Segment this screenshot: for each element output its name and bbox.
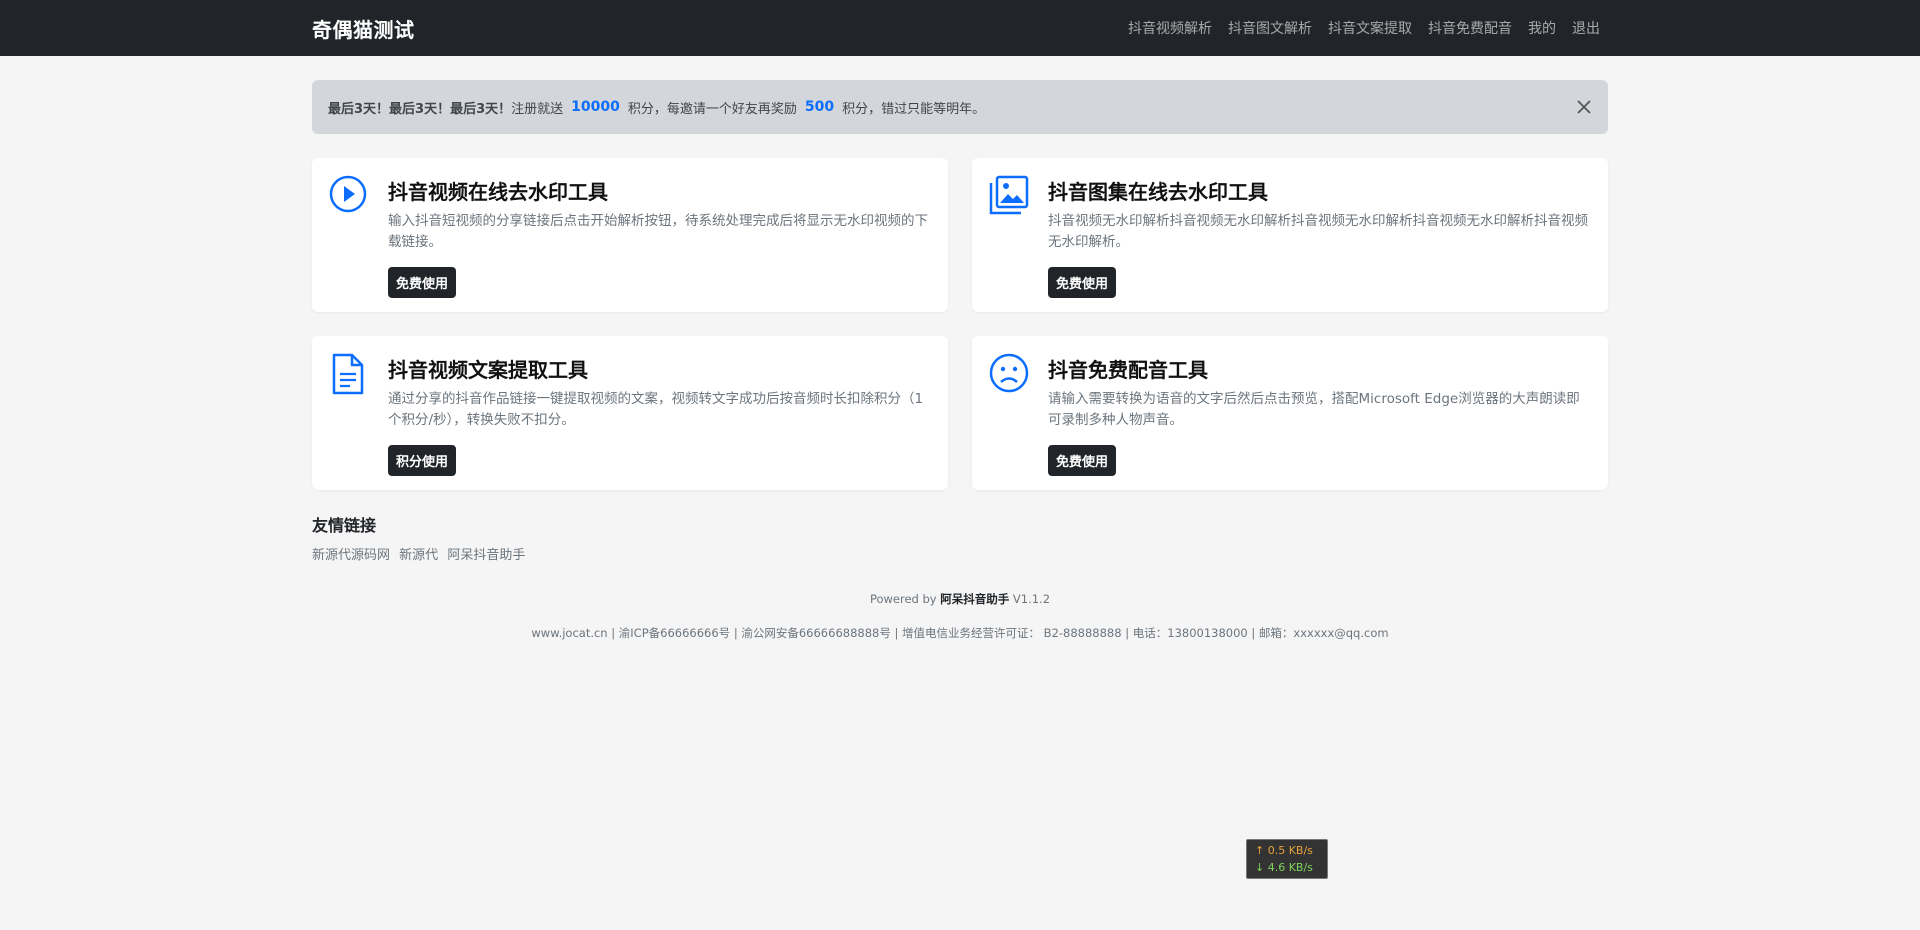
friend-link[interactable]: 阿呆抖音助手 xyxy=(447,548,525,563)
tool-title: 抖音视频文案提取工具 xyxy=(388,358,588,382)
frown-face-icon xyxy=(988,352,1048,394)
beian-info: www.jocat.cn | 渝ICP备66666666号 | 渝公网安备666… xyxy=(531,626,1389,640)
tool-title: 抖音免费配音工具 xyxy=(1048,358,1208,382)
alert-strong-text: 最后3天！最后3天！最后3天！ xyxy=(328,101,512,117)
images-icon xyxy=(988,174,1048,216)
nav-link-video-parse[interactable]: 抖音视频解析 xyxy=(1120,18,1220,38)
friend-links-heading: 友情链接 xyxy=(312,516,377,535)
tools-grid: 抖音视频在线去水印工具 输入抖音短视频的分享链接后点击开始解析按钮，待系统处理完… xyxy=(312,158,1608,490)
nav-link-mine[interactable]: 我的 xyxy=(1520,18,1564,38)
use-button[interactable]: 积分使用 xyxy=(388,445,457,476)
tool-description: 通过分享的抖音作品链接一键提取视频的文案，视频转文字成功后按音频时长扣除积分（1… xyxy=(388,391,924,428)
alert-number-2: 500 xyxy=(804,99,835,115)
tool-description: 抖音视频无水印解析抖音视频无水印解析抖音视频无水印解析抖音视频无水印解析抖音视频… xyxy=(1048,213,1588,250)
tool-description: 请输入需要转换为语音的文字后然后点击预览，搭配Microsoft Edge浏览器… xyxy=(1048,391,1580,428)
play-circle-icon xyxy=(328,174,388,214)
promo-alert: 最后3天！最后3天！最后3天！ 注册就送 10000 积分，每邀请一个好友再奖励… xyxy=(312,80,1608,134)
close-icon[interactable] xyxy=(1574,97,1594,117)
powered-prefix: Powered by xyxy=(869,592,937,606)
nav-link-free-dubbing[interactable]: 抖音免费配音 xyxy=(1420,18,1520,38)
tool-title: 抖音视频在线去水印工具 xyxy=(388,180,608,204)
tool-card-images: 抖音图集在线去水印工具 抖音视频无水印解析抖音视频无水印解析抖音视频无水印解析抖… xyxy=(972,158,1608,312)
nav-menu: 抖音视频解析 抖音图文解析 抖音文案提取 抖音免费配音 我的 退出 xyxy=(1120,18,1608,38)
brand-logo[interactable]: 奇偶猫测试 xyxy=(312,14,415,43)
alert-text-3: 积分，错过只能等明年。 xyxy=(842,101,986,117)
nav-link-image-parse[interactable]: 抖音图文解析 xyxy=(1220,18,1320,38)
use-button[interactable]: 免费使用 xyxy=(1048,445,1117,476)
alert-text-2: 积分，每邀请一个好友再奖励 xyxy=(627,101,797,117)
upload-speed: ↑ 0.5 KB/s xyxy=(1255,844,1313,857)
tool-description: 输入抖音短视频的分享链接后点击开始解析按钮，待系统处理完成后将显示无水印视频的下… xyxy=(388,213,928,250)
version-text: V1.1.2 xyxy=(1012,592,1051,606)
friend-link[interactable]: 新源代 xyxy=(399,548,438,563)
network-speed-widget: ↑ 0.5 KB/s ↓ 4.6 KB/s xyxy=(1246,839,1328,879)
footer: Powered by 阿呆抖音助手 V1.1.2 www.jocat.cn | … xyxy=(312,591,1608,641)
use-button[interactable]: 免费使用 xyxy=(1048,267,1117,298)
friend-link[interactable]: 新源代源码网 xyxy=(312,548,390,563)
alert-text-1: 注册就送 xyxy=(511,101,564,117)
document-icon xyxy=(328,352,388,396)
friend-links: 友情链接 新源代源码网 新源代 阿呆抖音助手 xyxy=(312,512,1608,563)
tool-card-dubbing: 抖音免费配音工具 请输入需要转换为语音的文字后然后点击预览，搭配Microsof… xyxy=(972,336,1608,490)
alert-number-1: 10000 xyxy=(571,99,620,115)
nav-link-logout[interactable]: 退出 xyxy=(1564,18,1608,38)
use-button[interactable]: 免费使用 xyxy=(388,267,457,298)
download-speed: ↓ 4.6 KB/s xyxy=(1255,861,1313,874)
tool-card-text-extract: 抖音视频文案提取工具 通过分享的抖音作品链接一键提取视频的文案，视频转文字成功后… xyxy=(312,336,948,490)
tool-title: 抖音图集在线去水印工具 xyxy=(1048,180,1268,204)
nav-link-text-extract[interactable]: 抖音文案提取 xyxy=(1320,18,1420,38)
top-navbar: 奇偶猫测试 抖音视频解析 抖音图文解析 抖音文案提取 抖音免费配音 我的 退出 xyxy=(0,0,1920,56)
tool-card-video: 抖音视频在线去水印工具 输入抖音短视频的分享链接后点击开始解析按钮，待系统处理完… xyxy=(312,158,948,312)
powered-name-link[interactable]: 阿呆抖音助手 xyxy=(940,592,1009,606)
